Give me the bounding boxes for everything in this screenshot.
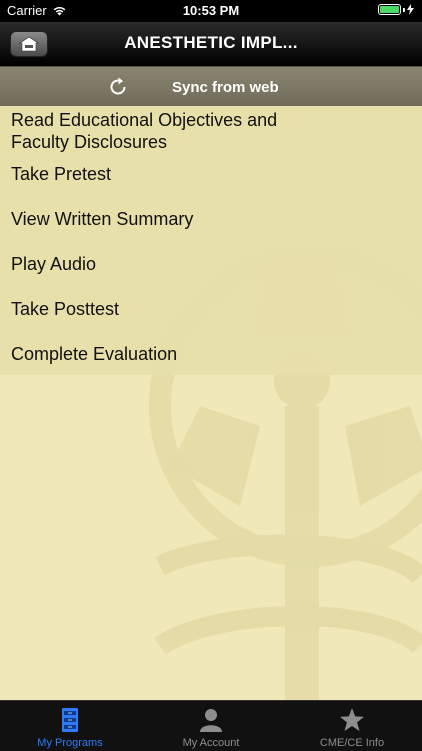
tab-label: My Programs [37, 737, 103, 749]
cabinet-icon [62, 708, 78, 732]
home-button[interactable] [10, 31, 48, 57]
menu-item-play-audio[interactable]: Play Audio [11, 253, 96, 275]
status-bar: Carrier 10:53 PM [0, 0, 422, 22]
home-icon [19, 36, 39, 52]
content-area: Read Educational Objectives and Faculty … [0, 106, 422, 700]
tab-my-programs[interactable]: My Programs [0, 701, 140, 751]
navigation-bar: ANESTHETIC IMPL... [0, 22, 422, 66]
tab-label: My Account [182, 737, 240, 749]
refresh-icon[interactable] [107, 76, 129, 98]
menu-item-pretest[interactable]: Take Pretest [11, 163, 111, 185]
menu-item-evaluation[interactable]: Complete Evaluation [11, 343, 177, 365]
menu-item-label-line1: Read Educational Objectives and [11, 110, 278, 130]
charging-icon [407, 4, 414, 15]
star-icon [340, 708, 364, 731]
sync-button-label[interactable]: Sync from web [172, 79, 279, 96]
menu-item-educational-objectives[interactable]: Read Educational Objectives and Faculty … [11, 109, 277, 153]
battery-icon [378, 4, 414, 15]
tab-my-account[interactable]: My Account [141, 701, 281, 751]
tab-label: CME/CE Info [319, 737, 385, 749]
sync-bar[interactable]: Sync from web [0, 66, 422, 107]
menu-item-written-summary[interactable]: View Written Summary [11, 208, 193, 230]
tab-cme-ce-info[interactable]: CME/CE Info [282, 701, 422, 751]
menu-item-posttest[interactable]: Take Posttest [11, 298, 119, 320]
person-icon [200, 709, 222, 732]
menu-item-label-line2: Faculty Disclosures [11, 132, 168, 152]
clock: 10:53 PM [182, 3, 240, 18]
page-title: ANESTHETIC IMPL... [124, 33, 298, 52]
program-menu: Read Educational Objectives and Faculty … [0, 106, 422, 375]
tab-bar: My Programs My Account CME/CE Info [0, 700, 422, 751]
